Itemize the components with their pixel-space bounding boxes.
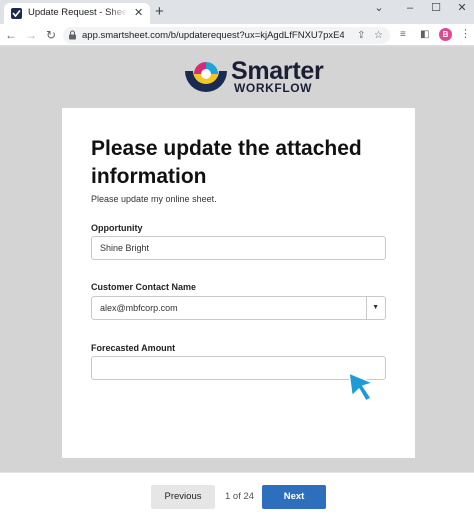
logo-mark-icon [185,62,227,92]
browser-toolbar: ← → ↻ app.smartsheet.com/b/updaterequest… [0,24,474,46]
tab-title: Update Request - Sheet - Sales P [28,7,128,18]
browser-tab-strip: Update Request - Sheet - Sales P ✕ + ⌄ –… [0,0,474,24]
smarter-workflow-logo: Smarter WORKFLOW [181,58,341,98]
customer-contact-label: Customer Contact Name [91,282,197,292]
share-icon[interactable]: ⇪ [357,29,365,42]
close-icon[interactable]: ✕ [134,5,143,21]
previous-button[interactable]: Previous [151,485,215,509]
logo-subtitle: WORKFLOW [234,81,313,95]
form-footer: Previous 1 of 24 Next [0,472,474,518]
customer-contact-value: alex@mbfcorp.com [100,303,178,313]
forward-arrow-icon[interactable]: → [24,27,38,43]
forecasted-amount-label: Forecasted Amount [91,343,176,353]
opportunity-label: Opportunity [91,223,143,233]
minimize-icon[interactable]: – [403,1,417,15]
maximize-icon[interactable]: ☐ [429,1,443,15]
reading-list-icon[interactable]: ≡ [400,28,406,42]
opportunity-field[interactable]: Shine Bright [91,236,386,260]
lock-icon [69,30,76,40]
pointer-cursor-icon [348,372,374,402]
window-close-icon[interactable]: ✕ [455,1,469,15]
next-button[interactable]: Next [262,485,326,509]
browser-tab[interactable]: Update Request - Sheet - Sales P ✕ [4,3,150,24]
menu-dots-icon[interactable]: ⋮ [460,27,471,42]
forecasted-amount-field[interactable] [91,356,386,380]
star-icon[interactable]: ☆ [374,29,383,42]
reload-icon[interactable]: ↻ [44,27,58,43]
page-counter: 1 of 24 [225,491,255,502]
chevron-down-icon[interactable]: ▼ [372,297,379,319]
update-request-form: Please update the attached information P… [62,108,415,458]
url-text: app.smartsheet.com/b/updaterequest?ux=kj… [82,30,344,41]
address-bar[interactable]: app.smartsheet.com/b/updaterequest?ux=kj… [63,27,390,44]
form-description: Please update my online sheet. [91,194,217,204]
customer-contact-dropdown[interactable]: alex@mbfcorp.com ▼ [91,296,386,320]
form-title: Please update the attached information [91,137,362,188]
plus-icon[interactable]: + [155,3,164,21]
profile-avatar[interactable]: B [439,28,452,41]
back-arrow-icon[interactable]: ← [4,27,18,43]
dropdown-divider [366,297,367,319]
side-panel-icon[interactable]: ◧ [420,28,429,42]
smartsheet-favicon-icon [11,8,22,19]
chevron-down-icon[interactable]: ⌄ [372,1,386,15]
